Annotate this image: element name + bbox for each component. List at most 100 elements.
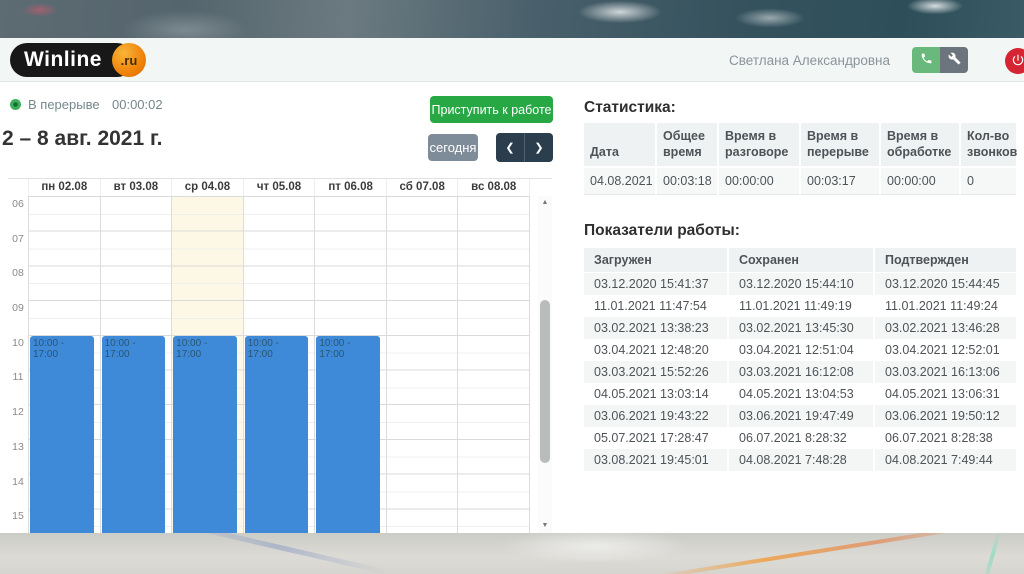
prev-week-button[interactable]: ❮ [496,133,525,162]
day-column-wed-today[interactable]: 10:00 - 17:00 [171,197,243,533]
logout-power-button[interactable] [1005,48,1024,74]
table-header-row: Загружен Сохранен Подтвержден [584,248,1016,273]
status-label: В перерыве [28,97,100,112]
cell: 03.02.2021 13:46:28 [874,317,1016,339]
day-header-today: ср 04.08 [171,179,243,196]
time-label: 09 [8,302,28,314]
phone-button[interactable] [912,47,940,73]
cell: 00:00:00 [718,167,800,195]
day-column-mon[interactable]: 10:00 - 17:00 [28,197,100,533]
cell: 03.02.2021 13:45:30 [728,317,874,339]
cell: 0 [960,167,1016,195]
day-header: вт 03.08 [100,179,172,196]
calendar-week-title: 2 – 8 авг. 2021 г. [2,127,162,151]
day-header: вс 08.08 [457,179,530,196]
time-label: 13 [8,441,28,453]
cell: 04.05.2021 13:06:31 [874,383,1016,405]
status-timer: 00:00:02 [112,97,163,112]
calendar-scrollbar[interactable]: ▲ ▼ [538,196,552,533]
time-label: 14 [8,476,28,488]
background-streak [500,533,690,563]
cell: 03.12.2020 15:41:37 [584,273,728,296]
table-row: 03.08.2021 19:45:01 04.08.2021 7:48:28 0… [584,449,1016,471]
scroll-up-arrow-icon[interactable]: ▲ [538,198,552,208]
time-label: 10 [8,337,28,349]
chevron-right-icon: ❯ [534,141,543,154]
start-work-button[interactable]: Приступить к работе [430,96,553,123]
cell: 11.01.2021 11:49:24 [874,295,1016,317]
cell: 03.06.2021 19:43:22 [584,405,728,427]
column-header: Время в обработке [880,123,960,167]
day-header: сб 07.08 [386,179,458,196]
app-header: Winline .ru Светлана Александровна [0,38,1024,82]
day-column-fri[interactable]: 10:00 - 17:00 [314,197,386,533]
status-dot-icon [10,99,21,110]
statistics-heading: Статистика: [584,99,676,117]
column-header: Время в разговоре [718,123,800,167]
cell: 03.03.2021 15:52:26 [584,361,728,383]
cell: 04.08.2021 [584,167,656,195]
day-column-sun[interactable] [457,197,530,533]
time-label: 11 [8,371,28,383]
shift-event[interactable]: 10:00 - 17:00 [30,336,94,533]
cell: 03.03.2021 16:12:08 [728,361,874,383]
column-header: Подтвержден [874,248,1016,273]
shift-event[interactable]: 10:00 - 17:00 [316,336,380,533]
day-column-sat[interactable] [386,197,458,533]
cell: 06.07.2021 8:28:32 [728,427,874,449]
cell: 00:03:18 [656,167,718,195]
logo-ru-badge: .ru [112,43,146,77]
day-column-thu[interactable]: 10:00 - 17:00 [243,197,315,533]
day-header: чт 05.08 [243,179,315,196]
cell: 00:03:17 [800,167,880,195]
cell: 03.08.2021 19:45:01 [584,449,728,471]
user-name: Светлана Александровна [729,53,890,68]
settings-wrench-button[interactable] [940,47,968,73]
right-panel: Статистика: Дата Общее время Время в раз… [584,82,1016,533]
cell: 04.05.2021 13:04:53 [728,383,874,405]
background-streak [982,533,1002,574]
table-row: 03.12.2020 15:41:37 03.12.2020 15:44:10 … [584,273,1016,296]
today-button[interactable]: сегодня [428,134,478,161]
time-label: 08 [8,267,28,279]
calendar-nav-group: ❮ ❯ [496,133,553,162]
phone-icon [920,52,933,68]
column-header: Время в перерыве [800,123,880,167]
cell: 06.07.2021 8:28:38 [874,427,1016,449]
cell: 03.12.2020 15:44:45 [874,273,1016,296]
cell: 03.04.2021 12:52:01 [874,339,1016,361]
shift-event[interactable]: 10:00 - 17:00 [245,336,309,533]
calendar-widget: пн 02.08 вт 03.08 ср 04.08 чт 05.08 пт 0… [8,178,552,533]
background-streak [172,533,387,574]
shift-event[interactable]: 10:00 - 17:00 [102,336,166,533]
table-row: 03.02.2021 13:38:23 03.02.2021 13:45:30 … [584,317,1016,339]
day-column-tue[interactable]: 10:00 - 17:00 [100,197,172,533]
table-row: 04.05.2021 13:03:14 04.05.2021 13:04:53 … [584,383,1016,405]
cell: 11.01.2021 11:49:19 [728,295,874,317]
cell: 05.07.2021 17:28:47 [584,427,728,449]
cell: 00:00:00 [880,167,960,195]
statistics-table: Дата Общее время Время в разговоре Время… [584,123,1016,195]
cell: 03.04.2021 12:48:20 [584,339,728,361]
column-header: Дата [584,123,656,167]
table-row: 05.07.2021 17:28:47 06.07.2021 8:28:32 0… [584,427,1016,449]
table-row: 03.06.2021 19:43:22 03.06.2021 19:47:49 … [584,405,1016,427]
column-header: Загружен [584,248,728,273]
day-header: пт 06.08 [314,179,386,196]
scroll-down-arrow-icon[interactable]: ▼ [538,521,552,531]
time-label: 15 [8,510,28,522]
table-row: 04.08.2021 00:03:18 00:00:00 00:03:17 00… [584,167,1016,195]
calendar-day-header-row: пн 02.08 вт 03.08 ср 04.08 чт 05.08 пт 0… [8,178,552,196]
indicators-table: Загружен Сохранен Подтвержден 03.12.2020… [584,248,1016,471]
cell: 03.02.2021 13:38:23 [584,317,728,339]
winline-logo[interactable]: Winline .ru [10,43,134,77]
day-header: пн 02.08 [28,179,100,196]
shift-event[interactable]: 10:00 - 17:00 [173,336,237,533]
scrollbar-thumb[interactable] [540,300,550,463]
next-week-button[interactable]: ❯ [525,133,553,162]
background-streak [652,533,988,574]
cell: 04.08.2021 7:49:44 [874,449,1016,471]
header-button-group [912,47,968,73]
column-header: Общее время [656,123,718,167]
calendar-body: 06 07 08 09 10 11 12 13 14 15 10:00 - 17… [8,196,552,533]
